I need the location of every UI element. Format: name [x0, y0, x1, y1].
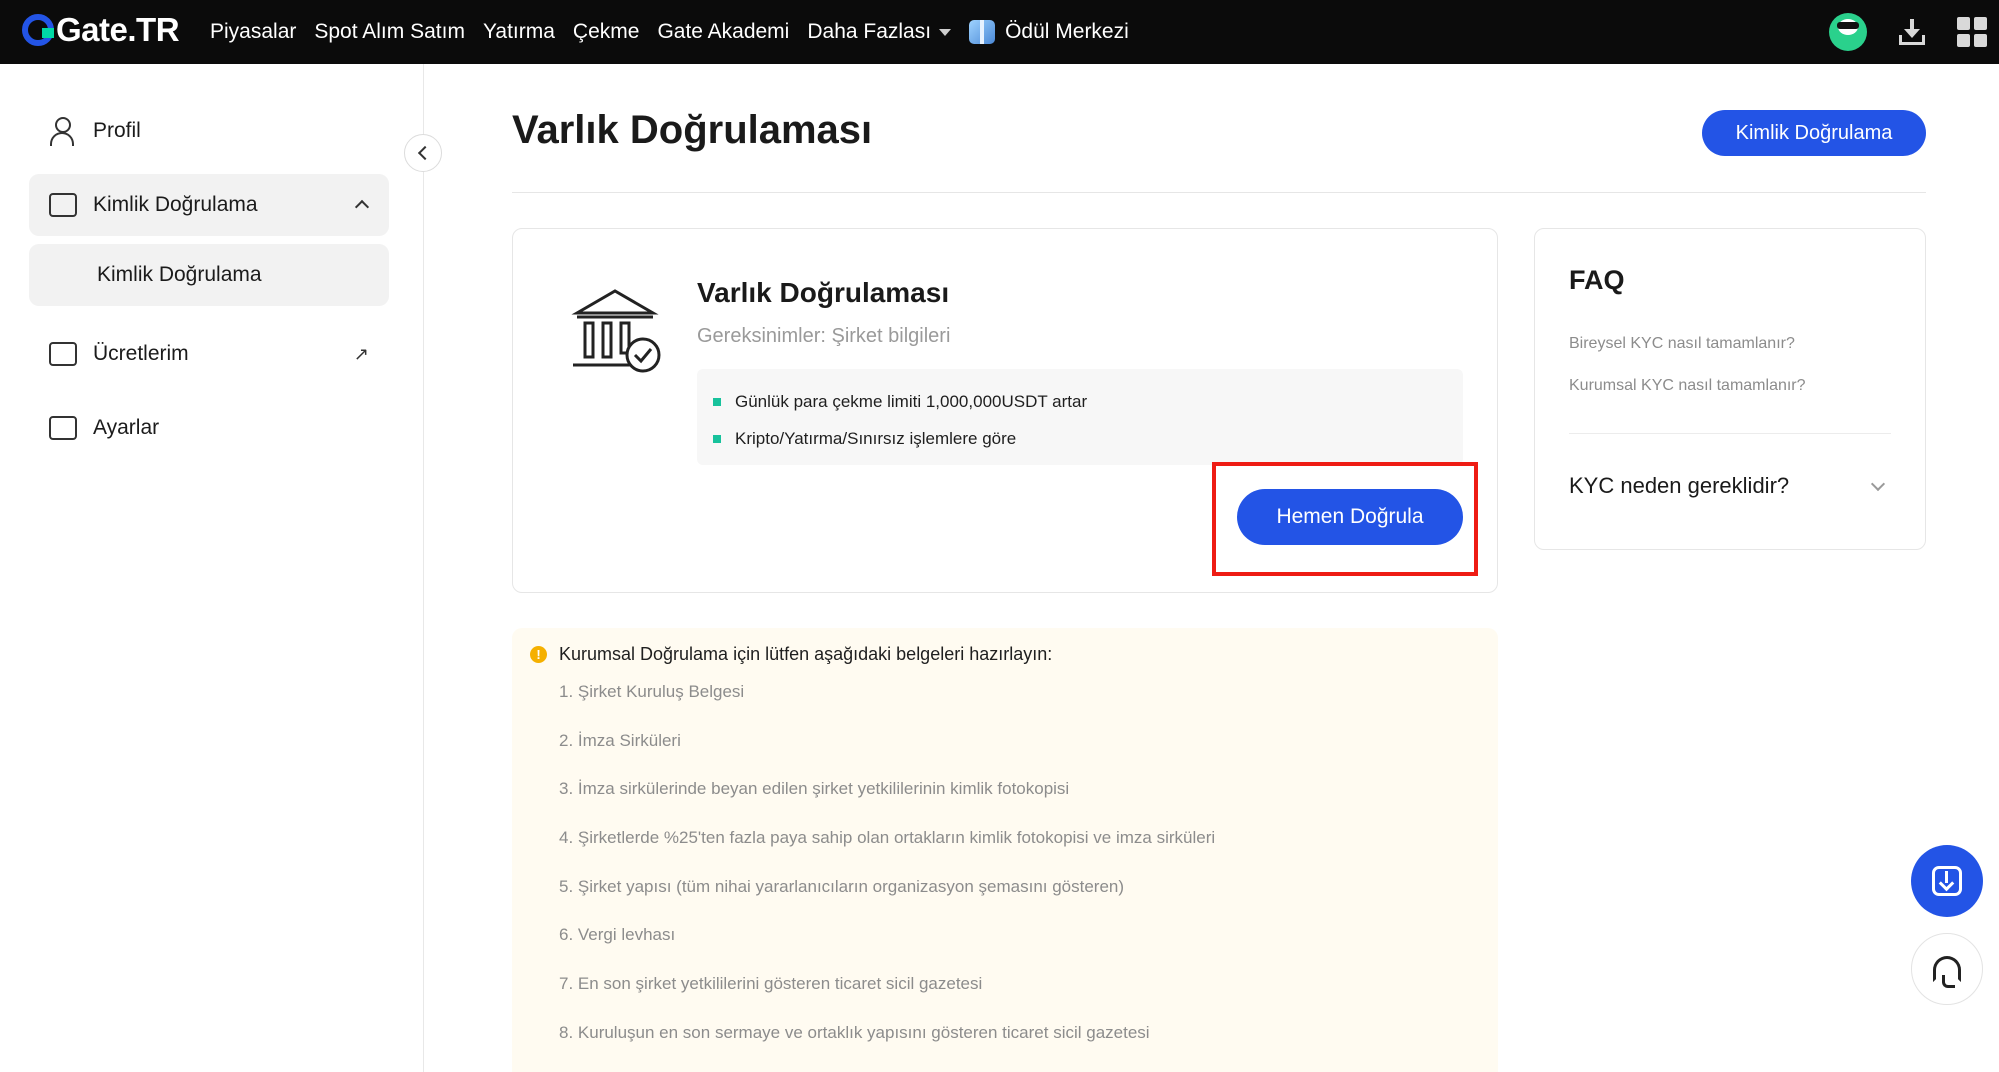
id-card-icon [49, 193, 77, 217]
requirements-text: Gereksinimler: Şirket bilgileri [697, 325, 950, 348]
apps-grid-icon[interactable] [1957, 17, 1987, 47]
nav-withdraw[interactable]: Çekme [573, 20, 640, 44]
nav-spot-trading[interactable]: Spot Alım Satım [314, 20, 465, 44]
faq-question[interactable]: KYC neden gereklidir? [1569, 473, 1789, 499]
sidebar-item-profile[interactable]: Profil [29, 100, 389, 162]
warning-icon: ! [530, 646, 547, 663]
nav-rewards-label: Ödül Merkezi [1005, 20, 1129, 43]
requirements-value: Şirket bilgileri [825, 325, 951, 347]
download-icon [1932, 866, 1962, 896]
benefit-item: Kripto/Yatırma/Sınırsız işlemlere göre [713, 420, 1447, 457]
nav-markets[interactable]: Piyasalar [210, 20, 296, 44]
benefit-text: Kripto/Yatırma/Sınırsız işlemlere göre [735, 428, 1017, 448]
nav-more-label: Daha Fazlası [807, 20, 932, 43]
chevron-down-icon[interactable] [1870, 476, 1886, 492]
gift-box-icon [969, 20, 996, 44]
sidebar-item-settings[interactable]: Ayarlar [29, 397, 389, 459]
chevron-left-icon [417, 145, 433, 161]
notice-heading-text: Kurumsal Doğrulama için lütfen aşağıdaki… [559, 644, 1053, 664]
bullet-icon [713, 397, 721, 406]
list-item: 7. En son şirket yetkililerini gösteren … [559, 974, 983, 994]
sidebar-item-label: Profil [93, 119, 141, 142]
nav-academy[interactable]: Gate Akademi [657, 20, 789, 44]
top-navbar: Gate.TR Piyasalar Spot Alım Satım Yatırm… [0, 0, 1999, 64]
identity-verification-button[interactable]: Kimlik Doğrulama [1702, 110, 1926, 156]
headset-icon [1933, 956, 1961, 988]
logo-text: Gate.TR [56, 11, 180, 48]
documents-notice: ! Kurumsal Doğrulama için lütfen aşağıda… [512, 628, 1498, 1072]
list-item: 1. Şirket Kuruluş Belgesi [559, 682, 745, 701]
faq-link-corporate-kyc[interactable]: Kurumsal KYC nasıl tamamlanır? [1569, 377, 1806, 395]
topbar-actions [1829, 8, 1987, 56]
list-item: 5. Şirket yapısı (tüm nihai yararlanıcıl… [559, 876, 1125, 896]
list-item: 4. Şirketlerde %25'ten fazla paya sahip … [559, 828, 1216, 848]
faq-title: FAQ [1569, 265, 1625, 295]
page-title: Varlık Doğrulaması [512, 108, 873, 152]
nav-deposit[interactable]: Yatırma [483, 20, 555, 44]
gate-logo-icon [22, 14, 54, 46]
header-divider [512, 192, 1926, 193]
support-button[interactable] [1911, 933, 1983, 1005]
list-item: 6. Vergi levhası [559, 925, 676, 945]
chevron-up-icon [354, 199, 370, 215]
benefit-text: Günlük para çekme limiti 1,000,000USDT a… [735, 391, 1088, 411]
benefit-item: Günlük para çekme limiti 1,000,000USDT a… [713, 383, 1447, 420]
card-title: Varlık Doğrulaması [697, 277, 950, 308]
requirements-label: Gereksinimler: [697, 325, 826, 347]
settings-card-icon [49, 416, 77, 440]
highlight-box [1212, 462, 1478, 576]
sidebar-item-fees[interactable]: Ücretlerim ↗ [29, 323, 389, 385]
documents-list: 1. Şirket Kuruluş Belgesi 2. İmza Sirkül… [559, 680, 1215, 1070]
sidebar-subitem-identity[interactable]: Kimlik Doğrulama [29, 244, 389, 306]
faq-panel: FAQ Bireysel KYC nasıl tamamlanır? Kurum… [1534, 228, 1926, 550]
faq-link-individual-kyc[interactable]: Bireysel KYC nasıl tamamlanır? [1569, 335, 1795, 353]
sidebar-item-label: Ayarlar [93, 416, 160, 439]
list-item: 8. Kuruluşun en son sermaye ve ortaklık … [559, 1022, 1150, 1042]
faq-divider [1569, 433, 1891, 434]
sidebar-item-label: Kimlik Doğrulama [93, 193, 258, 216]
gate-logo[interactable]: Gate.TR [22, 11, 180, 48]
download-icon[interactable] [1897, 17, 1927, 47]
user-icon [49, 117, 75, 146]
user-avatar-icon[interactable] [1829, 13, 1867, 51]
nav-rewards-center[interactable]: Ödül Merkezi [969, 20, 1129, 44]
floating-download-button[interactable] [1911, 845, 1983, 917]
sidebar: Profil Kimlik Doğrulama Kimlik Doğrulama… [0, 64, 424, 1072]
external-link-icon: ↗ [353, 343, 369, 364]
nav-more[interactable]: Daha Fazlası [807, 20, 952, 44]
benefits-box: Günlük para çekme limiti 1,000,000USDT a… [697, 369, 1463, 465]
main-nav: Piyasalar Spot Alım Satım Yatırma Çekme … [210, 0, 1147, 64]
list-item: 3. İmza sirkülerinde beyan edilen şirket… [559, 779, 1070, 799]
percent-icon [49, 342, 77, 366]
collapse-sidebar-button[interactable] [404, 134, 442, 172]
list-item: 2. İmza Sirküleri [559, 730, 681, 750]
sidebar-item-identity[interactable]: Kimlik Doğrulama [29, 174, 389, 236]
bank-building-icon [571, 289, 661, 373]
caret-down-icon [939, 28, 952, 36]
notice-heading: ! Kurumsal Doğrulama için lütfen aşağıda… [530, 644, 1052, 665]
sidebar-item-label: Ücretlerim [93, 342, 189, 365]
bullet-icon [713, 434, 721, 443]
